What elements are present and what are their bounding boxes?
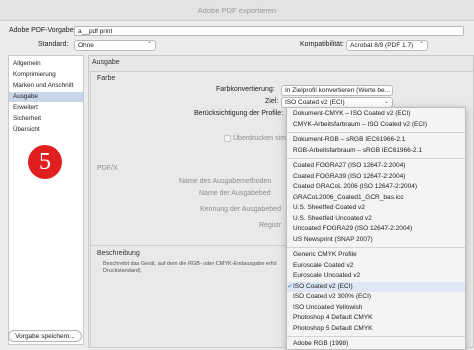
sidebar-item-erweitert[interactable]: Erweitert (9, 103, 83, 113)
sidebar-item-marken[interactable]: Marken und Anschnitt (9, 81, 83, 91)
sidebar-item-uebersicht[interactable]: Übersicht (9, 125, 83, 135)
dropdown-option-label: Coated FOGRA39 (ISO 12647-2:2004) (293, 173, 405, 180)
dropdown-option[interactable]: CMYK-Arbeitsfarbraum – ISO Coated v2 (EC… (287, 120, 465, 131)
beschreibung-text-line2: Druckstandard). (103, 268, 142, 275)
dropdown-option-label: US Newsprint (SNAP 2007) (293, 236, 373, 243)
save-preset-button[interactable]: Vorgabe speichern... (8, 330, 82, 342)
farbkonvertierung-label: Farbkonvertierung: (216, 86, 275, 93)
standard-label: Standard: (38, 41, 68, 48)
pdfx-registry: Registr (259, 222, 281, 229)
dropdown-option[interactable]: ISO Uncoated Yellowish (287, 303, 465, 314)
sidebar-item-sicherheit[interactable]: Sicherheit (9, 114, 83, 124)
farbkonvertierung-value: In Zielprofil konvertieren (Werte be... (285, 87, 390, 94)
dropdown-option[interactable]: Generic CMYK Profile (287, 250, 465, 261)
dropdown-option-label: RGB-Arbeitsfarbraum – sRGB IEC61966-2.1 (293, 147, 422, 154)
dropdown-option[interactable]: U.S. Sheetfed Coated v2 (287, 203, 465, 214)
dropdown-option-label: Euroscale Coated v2 (293, 262, 353, 269)
menu-separator (287, 247, 465, 248)
preset-label: Adobe PDF-Vorgabe: (9, 27, 76, 34)
dropdown-option-label: ISO Uncoated Yellowish (293, 304, 362, 311)
dropdown-option-label: CMYK-Arbeitsfarbraum – ISO Coated v2 (EC… (293, 121, 427, 128)
ziel-dropdown-menu: Dokument-CMYK – ISO Coated v2 (ECI) CMYK-… (286, 107, 466, 350)
dropdown-option-label: Coated GRACoL 2006 (ISO 12647-2:2004) (293, 183, 417, 190)
pdfx-name-ausgabebed: Name der Ausgabebed (199, 190, 271, 197)
dropdown-option[interactable]: GRACoL2006_Coated1_GCR_bas.icc (287, 193, 465, 204)
chevron-down-icon: ⌃ (147, 41, 152, 50)
sidebar-item-allgemein[interactable]: Allgemein (9, 59, 83, 69)
menu-separator (287, 336, 465, 337)
dropdown-option[interactable]: Photoshop 4 Default CMYK (287, 313, 465, 324)
dropdown-option-label: Dokument-RGB – sRGB IEC61966-2.1 (293, 136, 405, 143)
dropdown-option[interactable]: Uncoated FOGRA29 (ISO 12647-2:2004) (287, 224, 465, 235)
pdfx-title: PDF/X (97, 165, 118, 172)
compat-label: Kompatibilität: (300, 41, 344, 48)
dropdown-option-label: Dokument-CMYK – ISO Coated v2 (ECI) (293, 110, 410, 117)
ueberdrucken-checkbox[interactable] (224, 135, 231, 142)
dropdown-option[interactable]: RGB-Arbeitsfarbraum – sRGB IEC61966-2.1 (287, 146, 465, 157)
dropdown-option-label: Euroscale Uncoated v2 (293, 272, 360, 279)
dropdown-option-label: Uncoated FOGRA29 (ISO 12647-2:2004) (293, 225, 412, 232)
dropdown-option-label: Adobe RGB (1998) (293, 340, 348, 347)
beschreibung-title: Beschreibung (97, 250, 140, 257)
compat-value: Acrobat 8/9 (PDF 1.7) (350, 42, 413, 49)
profile-label: Berücksichtigung der Profile: (194, 110, 283, 117)
dropdown-option-label: Generic CMYK Profile (293, 251, 357, 258)
dropdown-option[interactable]: Dokument-RGB – sRGB IEC61966-2.1 (287, 135, 465, 146)
dropdown-option[interactable]: Photoshop 5 Default CMYK (287, 324, 465, 335)
standard-select[interactable]: Ohne ⌃ (74, 40, 156, 51)
dropdown-option-label: U.S. Sheetfed Uncoated v2 (293, 215, 372, 222)
menu-separator (287, 158, 465, 159)
step-number-badge: 5 (28, 145, 62, 179)
dropdown-option-label: Photoshop 4 Default CMYK (293, 314, 373, 321)
dropdown-option[interactable]: Dokument-CMYK – ISO Coated v2 (ECI) (287, 109, 465, 120)
chevron-down-icon: ⌄ (384, 98, 389, 107)
ziel-value: ISO Coated v2 (ECI) (285, 99, 345, 106)
pdfx-name-ausgabemethode: Name des Ausgabemethoden (179, 178, 271, 185)
beschreibung-text-line1: Beschreibt das Gerät, auf dem die RGB- o… (103, 261, 289, 268)
sidebar-item-ausgabe[interactable]: Ausgabe (9, 92, 83, 102)
dropdown-option[interactable]: Coated GRACoL 2006 (ISO 12647-2:2004) (287, 182, 465, 193)
pdfx-kennung: Kennung der Ausgabebed (200, 206, 281, 213)
chevron-down-icon: ⌃ (419, 41, 424, 50)
dropdown-option-label: ISO Coated v2 300% (ECI) (293, 293, 371, 300)
dropdown-option[interactable]: Coated FOGRA39 (ISO 12647-2:2004) (287, 172, 465, 183)
dropdown-option-label: U.S. Sheetfed Coated v2 (293, 204, 365, 211)
farbe-title: Farbe (97, 75, 115, 82)
checkmark-icon: ✓ (287, 282, 293, 293)
dropdown-option[interactable]: ✓ISO Coated v2 (ECI) (287, 282, 465, 293)
divider (90, 245, 286, 246)
section-title: Ausgabe (92, 59, 120, 66)
sidebar-item-komprimierung[interactable]: Komprimierung (9, 70, 83, 80)
dropdown-option-label: Photoshop 5 Default CMYK (293, 325, 373, 332)
dropdown-option[interactable]: Euroscale Coated v2 (287, 261, 465, 272)
compat-select[interactable]: Acrobat 8/9 (PDF 1.7) ⌃ (346, 40, 428, 51)
sidebar: Allgemein Komprimierung Marken und Ansch… (8, 55, 84, 345)
dropdown-option-label: GRACoL2006_Coated1_GCR_bas.icc (293, 194, 404, 201)
dropdown-option-label: ISO Coated v2 (ECI) (293, 283, 353, 290)
menu-separator (287, 132, 465, 133)
dropdown-option[interactable]: Coated FOGRA27 (ISO 12647-2:2004) (287, 161, 465, 172)
standard-value: Ohne (78, 42, 94, 49)
dropdown-option[interactable]: US Newsprint (SNAP 2007) (287, 235, 465, 246)
preset-input[interactable]: a__pdf print (74, 26, 464, 36)
dropdown-option[interactable]: ISO Coated v2 300% (ECI) (287, 292, 465, 303)
dropdown-option[interactable]: U.S. Sheetfed Uncoated v2 (287, 214, 465, 225)
window-title: Adobe PDF exportieren (0, 6, 474, 15)
ziel-label: Ziel: (265, 98, 278, 105)
dropdown-option[interactable]: Euroscale Uncoated v2 (287, 271, 465, 282)
farbkonvertierung-select[interactable]: In Zielprofil konvertieren (Werte be... (281, 85, 393, 96)
dropdown-option-label: Coated FOGRA27 (ISO 12647-2:2004) (293, 162, 405, 169)
